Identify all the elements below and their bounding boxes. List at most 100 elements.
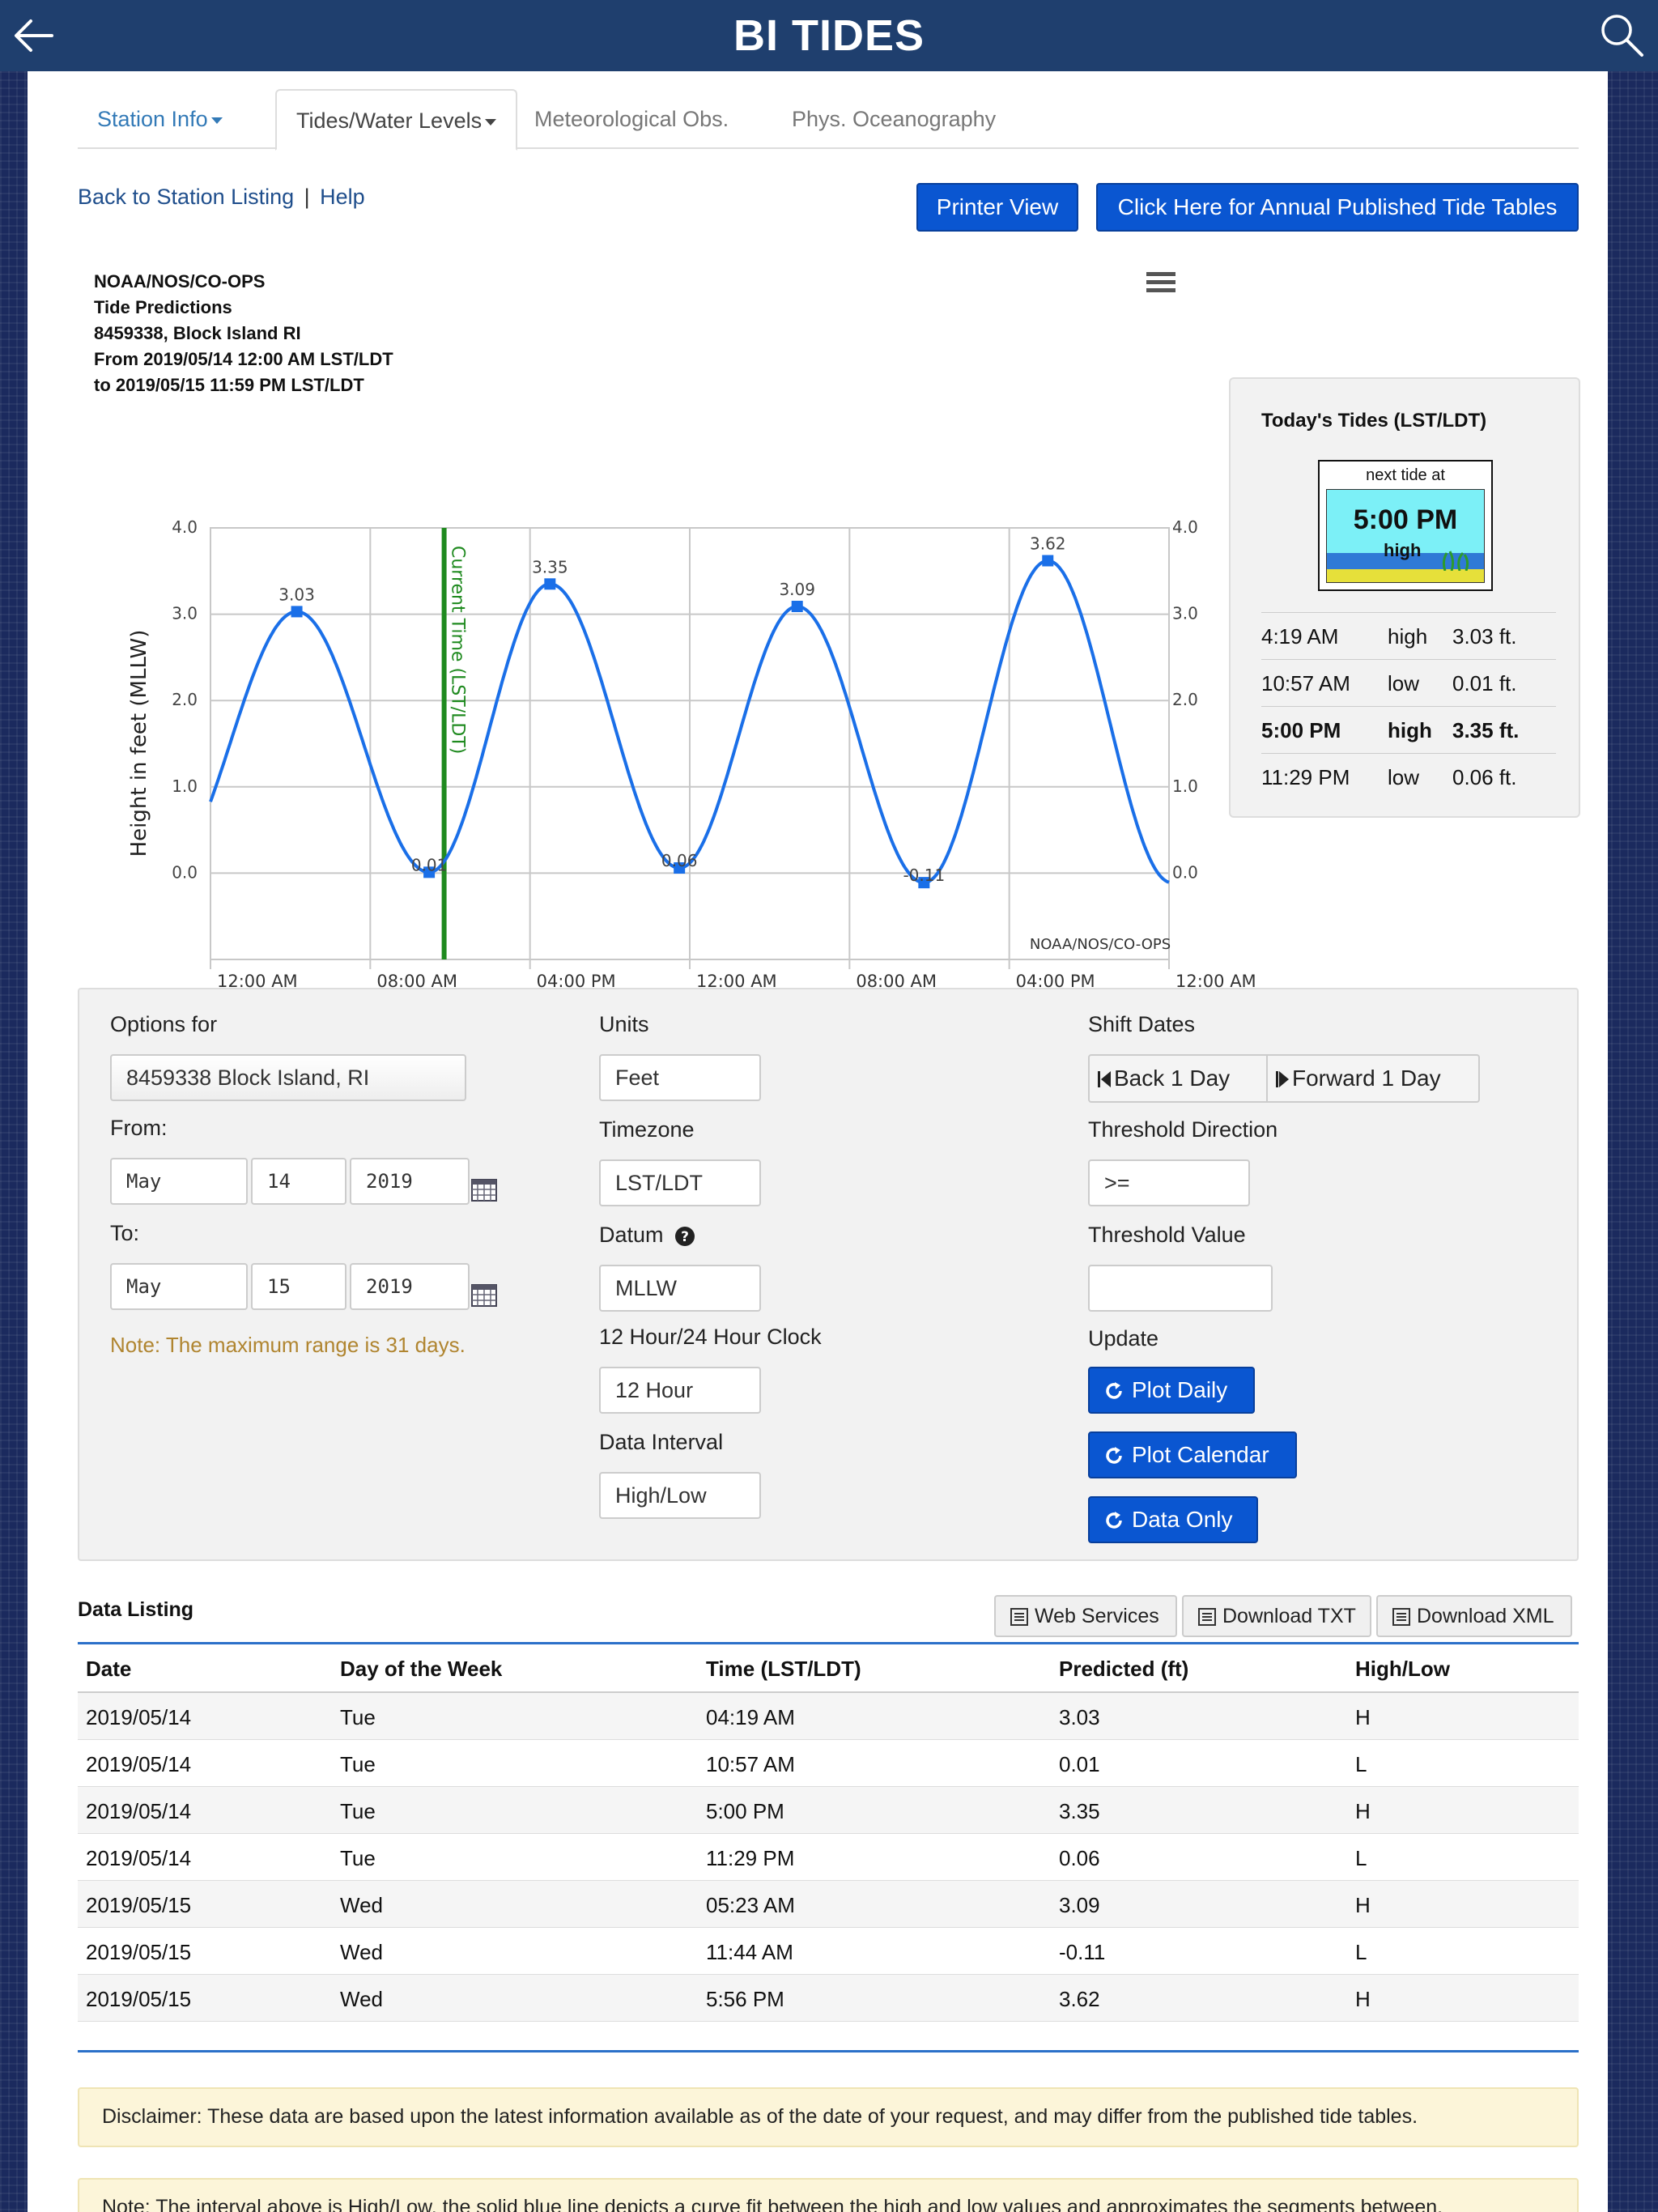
plot-calendar-button[interactable]: Plot Calendar bbox=[1088, 1431, 1297, 1478]
to-label: To: bbox=[110, 1221, 140, 1245]
from-calendar-icon[interactable] bbox=[471, 1177, 497, 1202]
cell-highlow: L bbox=[1355, 1752, 1367, 1776]
y-tick-left: 0.0 bbox=[172, 862, 198, 882]
threshold-value-input[interactable] bbox=[1088, 1265, 1273, 1312]
timezone-select[interactable]: LST/LDT bbox=[599, 1159, 761, 1206]
app-title: BI TIDES bbox=[733, 11, 925, 60]
tide-data-label: 3.35 bbox=[532, 557, 568, 576]
clock-label: 12 Hour/24 Hour Clock bbox=[599, 1325, 822, 1349]
cell-predicted: -0.11 bbox=[1059, 1940, 1106, 1964]
search-icon[interactable] bbox=[1598, 11, 1645, 58]
data-interval-label: Data Interval bbox=[599, 1430, 724, 1454]
interval-note-box: Note: The interval above is High/Low, th… bbox=[78, 2178, 1579, 2212]
tab-station-info[interactable]: Station Info bbox=[78, 89, 242, 149]
printer-view-button[interactable]: Printer View bbox=[916, 183, 1078, 232]
timezone-label: Timezone bbox=[599, 1117, 695, 1142]
units-select[interactable]: Feet bbox=[599, 1054, 761, 1101]
threshold-value-label: Threshold Value bbox=[1088, 1223, 1246, 1247]
cell-highlow: H bbox=[1355, 1893, 1371, 1917]
plot-daily-button[interactable]: Plot Daily bbox=[1088, 1367, 1255, 1414]
cell-date: 2019/05/15 bbox=[86, 1987, 192, 2011]
cell-date: 2019/05/14 bbox=[86, 1846, 192, 1870]
cell-predicted: 0.06 bbox=[1059, 1846, 1100, 1870]
to-day-select[interactable]: 15 bbox=[251, 1263, 346, 1310]
col-time-header: Time (LST/LDT) bbox=[706, 1657, 861, 1681]
max-range-note: Note: The maximum range is 31 days. bbox=[110, 1333, 466, 1357]
todays-tides-list: 4:19 AM high 3.03 ft. 10:57 AM low 0.01 ft. 5:… bbox=[1261, 612, 1556, 800]
download-xml-button[interactable]: Download XML bbox=[1376, 1595, 1572, 1637]
cell-day: Wed bbox=[340, 1893, 383, 1917]
today-tide-type: high bbox=[1388, 624, 1428, 649]
current-time-label: Current Time (LST/LDT) bbox=[448, 546, 468, 754]
tide-data-label: 0.06 bbox=[661, 851, 698, 870]
top-bar: BI TIDES bbox=[0, 0, 1658, 71]
clock-select[interactable]: 12 Hour bbox=[599, 1367, 761, 1414]
col-highlow-header: High/Low bbox=[1355, 1657, 1450, 1681]
cell-time: 5:00 PM bbox=[706, 1799, 784, 1823]
from-month-select[interactable]: May bbox=[110, 1158, 248, 1205]
svg-text:?: ? bbox=[681, 1229, 689, 1245]
chart-menu-icon[interactable] bbox=[1146, 270, 1175, 295]
cell-day: Wed bbox=[340, 1987, 383, 2011]
tab-phys-oceanography[interactable]: Phys. Oceanography bbox=[772, 89, 1015, 149]
tide-data-label: -0.11 bbox=[903, 866, 945, 885]
station-select[interactable]: 8459338 Block Island, RI bbox=[110, 1054, 466, 1101]
today-tide-type: high bbox=[1388, 718, 1432, 742]
table-header-row: Date Day of the Week Time (LST/LDT) Pred… bbox=[78, 1644, 1579, 1693]
back-to-station-listing-link[interactable]: Back to Station Listing bbox=[78, 185, 294, 209]
help-link[interactable]: Help bbox=[320, 185, 365, 209]
help-icon[interactable]: ? bbox=[674, 1226, 695, 1247]
datum-select[interactable]: MLLW bbox=[599, 1265, 761, 1312]
cell-time: 04:19 AM bbox=[706, 1705, 795, 1729]
annual-tide-tables-button[interactable]: Click Here for Annual Published Tide Tab… bbox=[1096, 183, 1579, 232]
tab-label: Tides/Water Levels bbox=[296, 108, 483, 133]
today-tide-row: 10:57 AM low 0.01 ft. bbox=[1261, 659, 1556, 706]
cell-day: Tue bbox=[340, 1705, 376, 1729]
cell-highlow: H bbox=[1355, 1705, 1371, 1729]
data-only-button[interactable]: Data Only bbox=[1088, 1496, 1258, 1543]
data-interval-select[interactable]: High/Low bbox=[599, 1472, 761, 1519]
cell-highlow: L bbox=[1355, 1940, 1367, 1964]
cell-predicted: 3.35 bbox=[1059, 1799, 1100, 1823]
chart-station: 8459338, Block Island RI bbox=[94, 323, 301, 343]
cell-date: 2019/05/14 bbox=[86, 1799, 192, 1823]
back-1-day-button[interactable]: Back 1 Day bbox=[1088, 1054, 1268, 1103]
to-year-select[interactable]: 2019 bbox=[350, 1263, 470, 1310]
cell-date: 2019/05/15 bbox=[86, 1893, 192, 1917]
back-arrow-icon[interactable] bbox=[11, 13, 57, 58]
caret-down-icon bbox=[485, 118, 497, 125]
today-tide-time: 10:57 AM bbox=[1261, 671, 1350, 696]
download-txt-button[interactable]: Download TXT bbox=[1182, 1595, 1371, 1637]
today-tide-height: 3.35 ft. bbox=[1452, 718, 1520, 742]
cell-time: 11:44 AM bbox=[706, 1940, 793, 1964]
from-year-select[interactable]: 2019 bbox=[350, 1158, 470, 1205]
chart-type-title: Tide Predictions bbox=[94, 297, 232, 317]
threshold-direction-select[interactable]: >= bbox=[1088, 1159, 1250, 1206]
table-row: 2019/05/15 Wed 05:23 AM 3.09 H bbox=[78, 1881, 1579, 1928]
tab-meteorological-obs[interactable]: Meteorological Obs. bbox=[515, 89, 748, 149]
download-xml-label: Download XML bbox=[1417, 1605, 1554, 1627]
col-predicted-header: Predicted (ft) bbox=[1059, 1657, 1189, 1681]
chart-credit: NOAA/NOS/CO-OPS bbox=[1030, 936, 1171, 953]
from-day-select[interactable]: 14 bbox=[251, 1158, 346, 1205]
chart-grid bbox=[210, 527, 1170, 969]
chart-range-from: From 2019/05/14 12:00 AM LST/LDT bbox=[94, 349, 393, 369]
threshold-direction-label: Threshold Direction bbox=[1088, 1117, 1278, 1142]
y-tick-right: 3.0 bbox=[1172, 604, 1198, 623]
forward-1-day-button[interactable]: Forward 1 Day bbox=[1266, 1054, 1480, 1103]
shift-dates-label: Shift Dates bbox=[1088, 1012, 1196, 1036]
next-tide-widget: next tide at 5:00 PM high bbox=[1318, 460, 1493, 591]
plot-calendar-label: Plot Calendar bbox=[1132, 1442, 1269, 1467]
refresh-icon bbox=[1106, 1447, 1122, 1464]
tide-data-label: 3.03 bbox=[278, 585, 315, 604]
to-calendar-icon[interactable] bbox=[471, 1283, 497, 1307]
web-services-button[interactable]: Web Services bbox=[994, 1595, 1177, 1637]
to-month-select[interactable]: May bbox=[110, 1263, 248, 1310]
tide-extreme-marker bbox=[791, 601, 803, 613]
y-tick-right: 0.0 bbox=[1172, 862, 1198, 882]
next-tide-water: 5:00 PM high bbox=[1326, 489, 1485, 583]
forward-1-day-label: Forward 1 Day bbox=[1292, 1066, 1441, 1091]
table-row: 2019/05/15 Wed 11:44 AM -0.11 L bbox=[78, 1928, 1579, 1975]
tab-tides-water-levels[interactable]: Tides/Water Levels bbox=[275, 89, 518, 151]
table-body: 2019/05/14 Tue 04:19 AM 3.03 H 2019/05/14 Tue 1… bbox=[78, 1693, 1579, 2022]
